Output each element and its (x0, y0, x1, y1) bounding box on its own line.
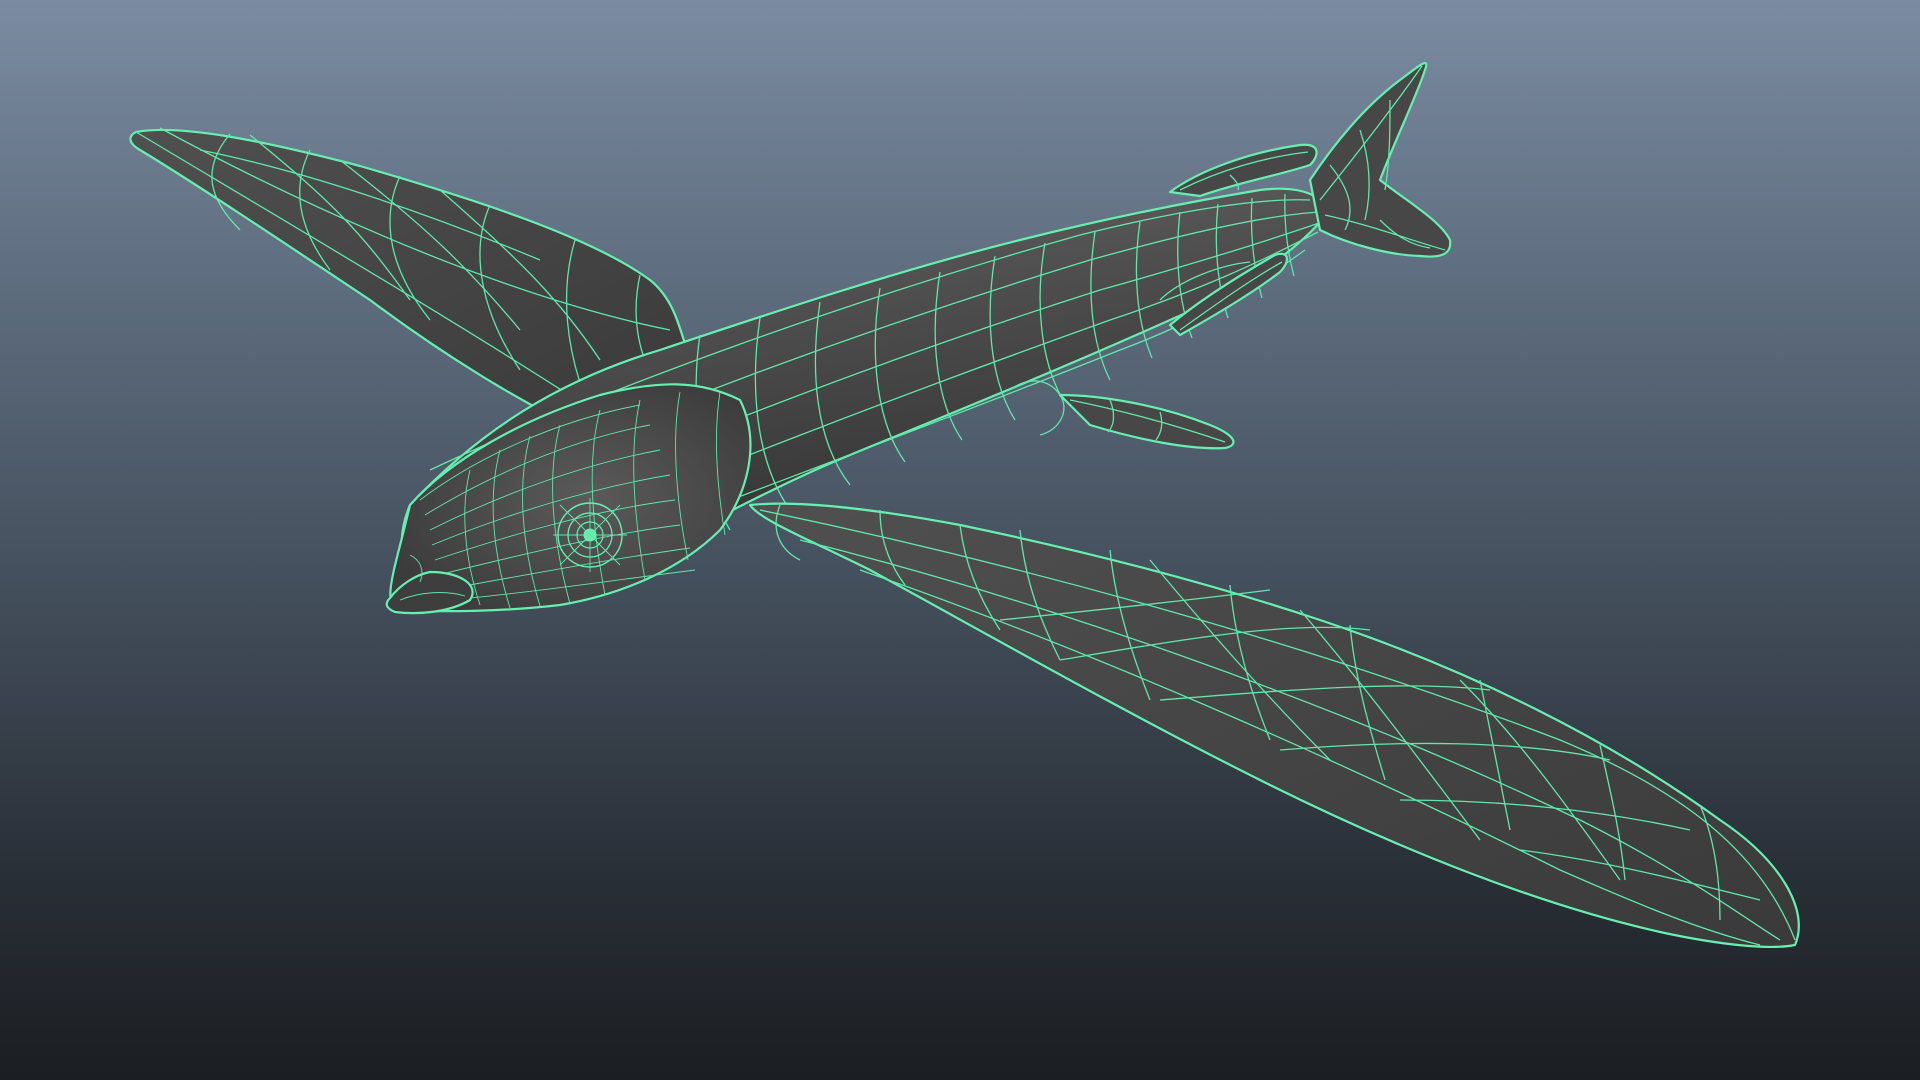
tail-fin[interactable] (1308, 61, 1452, 258)
flying-fish-model[interactable] (0, 0, 1920, 1080)
dorsal-fin[interactable] (1168, 143, 1318, 198)
right-pectoral-fin[interactable] (748, 502, 1800, 949)
eye (553, 498, 627, 572)
maya-viewport[interactable] (0, 0, 1920, 1080)
pelvic-fin[interactable] (1058, 393, 1235, 450)
